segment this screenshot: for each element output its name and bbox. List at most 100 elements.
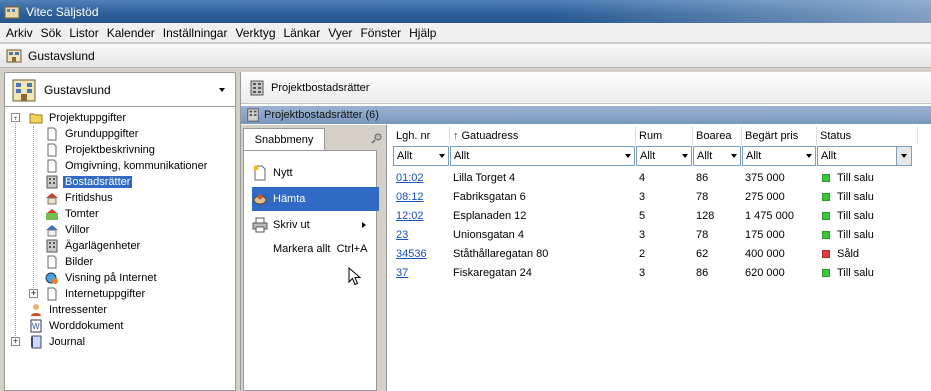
tree-item[interactable]: W Worddokument (5, 318, 235, 334)
column-filter-select[interactable]: Allt (450, 146, 635, 166)
tree-item[interactable]: Intressenter (5, 302, 235, 318)
printer-icon (252, 217, 268, 233)
chevron-down-icon (439, 154, 445, 158)
quick-menu-item[interactable]: Skriv ut (252, 213, 380, 237)
tree-item[interactable]: + Internetuppgifter (5, 286, 235, 302)
status-indicator-icon (822, 230, 830, 239)
table-cell-status: Till salu (817, 187, 918, 206)
table-cell-value: 2 (639, 247, 646, 260)
table-cell-boarea: 62 (693, 244, 742, 263)
column-filter-value: Allt (454, 150, 470, 162)
table-cell-value: 3 (639, 266, 646, 279)
table-cell-value: 08:12 (396, 190, 424, 203)
table-cell-value: 128 (696, 209, 715, 222)
tree-item[interactable]: Villor (5, 222, 235, 238)
table-row[interactable]: 37 Fiskaregatan 24 3 86 620 000 Till salu (393, 263, 931, 282)
table-row[interactable]: 34536 Ståthållaregatan 80 2 62 400 000 Såld (393, 244, 931, 263)
tree-item[interactable]: Tomter (5, 206, 235, 222)
quick-menu-item[interactable]: Nytt (252, 161, 380, 185)
column-header[interactable]: ↑ Gatuadress (450, 126, 636, 145)
table-cell-value: Till salu (837, 228, 874, 241)
tree-item[interactable]: Projektbeskrivning (5, 142, 235, 158)
quick-menu-item-label: Markera allt Ctrl+A (273, 243, 368, 255)
menu-item-9[interactable]: Hjälp (405, 26, 440, 40)
column-filter-select[interactable]: Allt (817, 146, 912, 166)
svg-text:W: W (32, 322, 40, 331)
tree-item[interactable]: Grunduppgifter (5, 126, 235, 142)
column-header[interactable]: Begärt pris (742, 126, 817, 145)
table-cell-value: 86 (696, 266, 709, 279)
table-cell-status: Till salu (817, 168, 918, 187)
location-bar: Gustavslund (0, 44, 931, 68)
tree-item-label: Fritidshus (65, 192, 113, 204)
column-header[interactable]: Boarea (693, 126, 742, 145)
column-header[interactable]: Rum (636, 126, 693, 145)
apartment-building-icon (45, 175, 59, 189)
column-filter-select[interactable]: Allt (636, 146, 692, 166)
table-row[interactable]: 08:12 Fabriksgatan 6 3 78 275 000 Till salu (393, 187, 931, 206)
quick-menu-item[interactable]: Markera allt Ctrl+A (252, 237, 380, 261)
tree-item-label: Projektbeskrivning (65, 144, 155, 156)
table-cell-lgh[interactable]: 34536 (393, 244, 450, 263)
chevron-down-icon[interactable] (896, 147, 911, 165)
table-cell-pris: 400 000 (742, 244, 817, 263)
menu-item-4[interactable]: Inställningar (159, 26, 232, 40)
tree-item[interactable]: Ägarlägenheter (5, 238, 235, 254)
column-filter-select[interactable]: Allt (742, 146, 816, 166)
tree-item[interactable]: + Journal (5, 334, 235, 350)
tab-snabbmeny[interactable]: Snabbmeny (243, 128, 325, 150)
navigation-tree: - Projektuppgifter Grunduppgifter Projektbe… (5, 107, 235, 350)
column-header[interactable]: Status (817, 126, 918, 145)
table-cell-lgh[interactable]: 12:02 (393, 206, 450, 225)
tree-item[interactable]: Bostadsrätter (5, 174, 235, 190)
tree-item-label: Tomter (65, 208, 99, 220)
table-cell-value: 34536 (396, 247, 427, 260)
menu-item-0[interactable]: Arkiv (0, 26, 37, 40)
menu-item-7[interactable]: Vyer (324, 26, 356, 40)
table-cell-value: 275 000 (745, 190, 785, 203)
menu-item-6[interactable]: Länkar (280, 26, 325, 40)
table-cell-lgh[interactable]: 23 (393, 225, 450, 244)
tree-item-label: Grunduppgifter (65, 128, 139, 140)
table-row[interactable]: 23 Unionsgatan 4 3 78 175 000 Till salu (393, 225, 931, 244)
status-indicator-icon (822, 192, 830, 201)
expand-icon[interactable]: + (29, 289, 38, 298)
tree-item-label: Intressenter (49, 304, 108, 316)
table-cell-value: Till salu (837, 266, 874, 279)
menu-item-8[interactable]: Fönster (356, 26, 405, 40)
building-icon (12, 79, 36, 101)
menu-item-2[interactable]: Listor (65, 26, 102, 40)
pin-icon[interactable] (371, 132, 383, 144)
table-row[interactable]: 01:02 Lilla Torget 4 4 86 375 000 Till salu (393, 168, 931, 187)
app-icon (4, 6, 20, 18)
menu-item-1[interactable]: Sök (37, 26, 66, 40)
tree-item[interactable]: Fritidshus (5, 190, 235, 206)
chevron-down-icon (682, 154, 688, 158)
project-selector[interactable]: Gustavslund (5, 73, 235, 107)
tree-item[interactable]: - Projektuppgifter (5, 110, 235, 126)
table-cell-pris: 175 000 (742, 225, 817, 244)
tree-item-label: Projektuppgifter (49, 112, 127, 124)
new-document-icon (252, 165, 268, 181)
tree-item[interactable]: Bilder (5, 254, 235, 270)
column-filter-select[interactable]: Allt (693, 146, 741, 166)
table-cell-lgh[interactable]: 08:12 (393, 187, 450, 206)
tree-item[interactable]: Omgivning, kommunikationer (5, 158, 235, 174)
quick-menu-item[interactable]: Hämta (252, 187, 379, 211)
window-titlebar: Vitec Säljstöd (0, 0, 931, 23)
menu-item-3[interactable]: Kalender (103, 26, 159, 40)
chevron-down-icon (806, 154, 812, 158)
apartments-table: Lgh. nr ↑ Gatuadress Rum Boarea Begärt pris St… (393, 126, 931, 391)
content-title: Projektbostadsrätter (271, 81, 370, 94)
table-cell-lgh[interactable]: 37 (393, 263, 450, 282)
tree-item[interactable]: Visning på Internet (5, 270, 235, 286)
table-cell-status: Till salu (817, 225, 918, 244)
list-caption-label: Projektbostadsrätter (6) (264, 109, 379, 121)
column-filter-select[interactable]: Allt (393, 146, 449, 166)
column-header[interactable]: Lgh. nr (393, 126, 450, 145)
column-filter-value: Allt (397, 150, 413, 162)
table-cell-lgh[interactable]: 01:02 (393, 168, 450, 187)
menu-item-5[interactable]: Verktyg (231, 26, 279, 40)
table-row[interactable]: 12:02 Esplanaden 12 5 128 1 475 000 Till salu (393, 206, 931, 225)
table-cell-rum: 3 (636, 187, 693, 206)
